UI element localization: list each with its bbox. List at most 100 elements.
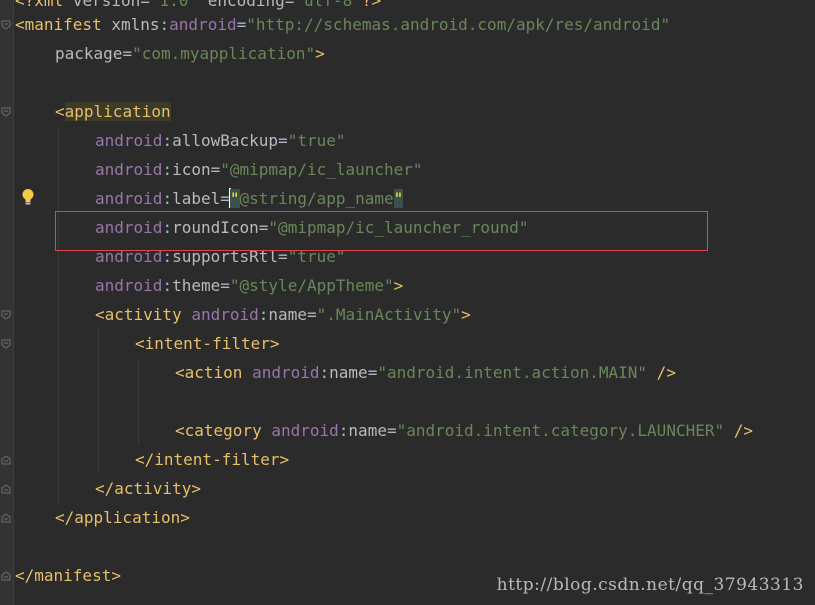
round-icon-value: "@mipmap/ic_launcher_round" — [268, 218, 529, 237]
application-close-tag: </application — [55, 508, 181, 527]
tag-close: > — [393, 276, 404, 295]
editor-gutter — [0, 0, 14, 605]
tag-open-bracket: < — [55, 102, 65, 121]
code-line-label[interactable]: android:label="@string/app_name" — [95, 184, 404, 213]
tag-close: > — [279, 450, 290, 469]
code-line-intent-filter-close[interactable]: </intent-filter> — [135, 445, 289, 474]
name-attr: name — [329, 363, 368, 382]
lightbulb-icon[interactable] — [21, 188, 35, 206]
activity-tag: <activity — [95, 305, 182, 324]
code-line-supports-rtl[interactable]: android:supportsRtl="true" — [95, 242, 345, 271]
theme-value: "@style/AppTheme" — [229, 276, 394, 295]
namespace: android — [95, 189, 163, 208]
colon: : — [162, 247, 173, 266]
tag-close: > — [461, 305, 471, 324]
fold-collapse-icon[interactable] — [1, 107, 11, 117]
tag-self-close: /> — [647, 363, 676, 382]
fold-expand-icon[interactable] — [1, 571, 11, 581]
code-line-application-close[interactable]: </application> — [55, 503, 190, 532]
allow-backup-attr: allowBackup — [172, 131, 279, 150]
colon: : — [162, 276, 173, 295]
watermark-url: http://blog.csdn.net/qq_37943313 — [496, 575, 804, 595]
colon: : — [319, 363, 330, 382]
fold-collapse-icon[interactable] — [1, 339, 11, 349]
tag-close: > — [111, 566, 121, 585]
manifest-tag: <manifest — [15, 15, 102, 34]
application-tag: application — [64, 102, 171, 121]
colon: : — [162, 218, 173, 237]
tag-close: > — [180, 508, 190, 527]
round-icon-attr: roundIcon — [172, 218, 259, 237]
code-line-category[interactable]: <category android:name="android.intent.c… — [175, 416, 753, 445]
code-line-manifest-open[interactable]: <manifest xmlns:android="http://schemas.… — [15, 10, 670, 39]
code-line-theme[interactable]: android:theme="@style/AppTheme"> — [95, 271, 403, 300]
label-value: @string/app_name — [239, 189, 394, 208]
name-attr: name — [348, 421, 387, 440]
equals: = — [278, 247, 288, 266]
fold-expand-icon[interactable] — [1, 484, 11, 494]
code-line-application-open[interactable]: <application — [55, 97, 171, 126]
indent-guide — [58, 126, 59, 504]
activity-close-tag: </activity — [95, 479, 192, 498]
action-name-value: "android.intent.action.MAIN" — [377, 363, 648, 382]
namespace: android — [95, 160, 163, 179]
equals: = — [210, 160, 221, 179]
package-value: "com.myapplication" — [132, 44, 316, 63]
equals: = — [306, 305, 317, 324]
xml-version-attr: version — [72, 0, 141, 10]
category-tag: <category — [175, 421, 262, 440]
code-line-package[interactable]: package="com.myapplication"> — [55, 39, 325, 68]
fold-collapse-icon[interactable] — [1, 310, 11, 320]
allow-backup-value: "true" — [287, 131, 346, 150]
namespace: android — [191, 305, 259, 324]
namespace: android — [169, 15, 237, 34]
xml-version-value: "1.0" — [149, 0, 199, 10]
equals: = — [278, 131, 288, 150]
code-line-manifest-close[interactable]: </manifest> — [15, 561, 121, 590]
intent-filter-tag: <intent-filter — [135, 334, 270, 353]
xml-decl-tag: <?xml — [15, 0, 64, 10]
equals: = — [386, 421, 397, 440]
colon: : — [162, 131, 173, 150]
xmlns-value: "http://schemas.android.com/apk/res/andr… — [246, 15, 671, 34]
code-line-action[interactable]: <action android:name="android.intent.act… — [175, 358, 676, 387]
colon: : — [338, 421, 349, 440]
indent-guide — [98, 329, 99, 474]
colon: : — [162, 160, 173, 179]
namespace: android — [95, 218, 163, 237]
action-tag: <action — [175, 363, 243, 382]
matched-quote-open: " — [229, 189, 240, 208]
namespace: android — [271, 421, 339, 440]
tag-close: > — [269, 334, 280, 353]
xml-encoding-attr: encoding — [207, 0, 285, 10]
icon-attr: icon — [172, 160, 211, 179]
code-line-allow-backup[interactable]: android:allowBackup="true" — [95, 126, 345, 155]
fold-expand-icon[interactable] — [1, 513, 11, 523]
code-line-round-icon[interactable]: android:roundIcon="@mipmap/ic_launcher_r… — [95, 213, 529, 242]
label-attr: label — [172, 189, 221, 208]
tag-close: > — [315, 44, 325, 63]
code-editor[interactable]: <?xml version = "1.0" encoding = "utf-8"?> <… — [0, 0, 815, 605]
namespace: android — [95, 276, 163, 295]
supports-rtl-attr: supportsRtl — [172, 247, 279, 266]
tag-self-close: /> — [724, 421, 754, 440]
equals: = — [122, 44, 133, 63]
xml-decl-end: ?> — [361, 0, 382, 10]
code-line-activity-close[interactable]: </activity> — [95, 474, 201, 503]
fold-collapse-icon[interactable] — [1, 20, 11, 30]
matched-quote-close: " — [393, 189, 404, 208]
equals: = — [220, 276, 230, 295]
code-line-intent-filter-open[interactable]: <intent-filter> — [135, 329, 280, 358]
package-attr: package — [55, 44, 123, 63]
code-line-icon[interactable]: android:icon="@mipmap/ic_launcher" — [95, 155, 423, 184]
code-line-activity-open[interactable]: <activity android:name=".MainActivity"> — [95, 300, 471, 329]
namespace: android — [95, 247, 163, 266]
colon: : — [159, 15, 170, 34]
namespace: android — [252, 363, 320, 382]
fold-expand-icon[interactable] — [1, 455, 11, 465]
equals: = — [258, 218, 269, 237]
name-attr: name — [268, 305, 307, 324]
category-name-value: "android.intent.category.LAUNCHER" — [396, 421, 725, 440]
manifest-close-tag: </manifest — [15, 566, 112, 585]
activity-name-value: ".MainActivity" — [316, 305, 462, 324]
